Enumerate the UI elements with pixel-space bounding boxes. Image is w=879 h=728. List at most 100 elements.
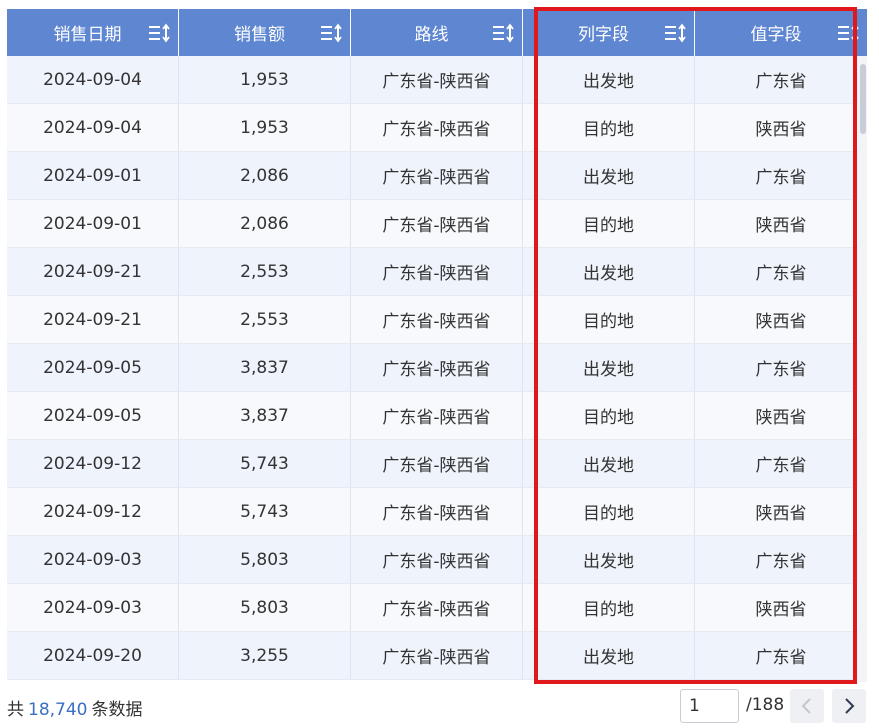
- cell-sales-amount: 2,553: [179, 248, 351, 295]
- cell-value-field: 广东省: [755, 264, 807, 284]
- cell-column-field: 出发地: [523, 56, 695, 103]
- table-row[interactable]: 2024-09-21 2,553 广东省-陕西省 目的地 陕西省: [7, 296, 867, 344]
- page-number-input[interactable]: [680, 689, 739, 723]
- vertical-scrollbar[interactable]: [858, 56, 867, 682]
- cell-route: 广东省-陕西省: [351, 248, 523, 295]
- cell-route: 广东省-陕西省: [351, 104, 523, 151]
- cell-column-field: 目的地: [523, 488, 695, 535]
- prev-page-button[interactable]: [790, 689, 824, 723]
- cell-route: 广东省-陕西省: [351, 200, 523, 247]
- table-row[interactable]: 2024-09-04 1,953 广东省-陕西省 出发地 广东省: [7, 56, 867, 104]
- total-count-text: 共 18,740 条数据: [7, 695, 142, 720]
- cell-value-field: 广东省: [755, 552, 807, 572]
- cell-column-field: 目的地: [523, 584, 695, 631]
- column-header-label: 值字段: [750, 25, 802, 45]
- cell-sales-amount: 5,803: [179, 536, 351, 583]
- scrollbar-thumb[interactable]: [860, 64, 866, 134]
- cell-value-field: 广东省: [755, 456, 807, 476]
- data-table: 销售日期 销售额 路线 列字段 值字段 2024-09-04 1,953 广东省-陕西省 出发…: [7, 9, 867, 682]
- cell-value-field: 广东省: [755, 168, 807, 188]
- column-header-sales-date[interactable]: 销售日期: [7, 9, 179, 56]
- table-row[interactable]: 2024-09-21 2,553 广东省-陕西省 出发地 广东省: [7, 248, 867, 296]
- cell-value-field: 陕西省: [755, 312, 807, 332]
- cell-sales-amount: 2,086: [179, 200, 351, 247]
- cell-route: 广东省-陕西省: [351, 296, 523, 343]
- cell-sales-date: 2024-09-21: [7, 248, 179, 295]
- cell-sales-date: 2024-09-05: [7, 392, 179, 439]
- cell-column-field: 出发地: [523, 440, 695, 487]
- cell-sales-amount: 3,255: [179, 632, 351, 679]
- cell-sales-amount: 2,553: [179, 296, 351, 343]
- cell-route: 广东省-陕西省: [351, 536, 523, 583]
- cell-sales-date: 2024-09-03: [7, 584, 179, 631]
- cell-route: 广东省-陕西省: [351, 632, 523, 679]
- cell-sales-date: 2024-09-12: [7, 440, 179, 487]
- sort-icon[interactable]: [837, 23, 859, 43]
- column-header-route[interactable]: 路线: [351, 9, 523, 56]
- column-header-label: 路线: [414, 25, 449, 45]
- cell-sales-date: 2024-09-04: [7, 56, 179, 103]
- cell-value-field: 陕西省: [755, 408, 807, 428]
- table-row[interactable]: 2024-09-03 5,803 广东省-陕西省 出发地 广东省: [7, 536, 867, 584]
- chevron-left-icon: [801, 698, 811, 714]
- cell-value-field: 广东省: [755, 72, 807, 92]
- table-row[interactable]: 2024-09-12 5,743 广东省-陕西省 目的地 陕西省: [7, 488, 867, 536]
- table-row[interactable]: 2024-09-12 5,743 广东省-陕西省 出发地 广东省: [7, 440, 867, 488]
- cell-sales-amount: 1,953: [179, 104, 351, 151]
- sort-icon[interactable]: [492, 23, 514, 43]
- sort-icon[interactable]: [320, 23, 342, 43]
- cell-sales-date: 2024-09-04: [7, 104, 179, 151]
- column-header-label: 列字段: [578, 25, 629, 45]
- cell-sales-date: 2024-09-01: [7, 200, 179, 247]
- page-total: /188: [746, 695, 785, 715]
- cell-sales-amount: 3,837: [179, 344, 351, 391]
- table-row[interactable]: 2024-09-05 3,837 广东省-陕西省 目的地 陕西省: [7, 392, 867, 440]
- cell-column-field: 出发地: [523, 344, 695, 391]
- cell-route: 广东省-陕西省: [351, 488, 523, 535]
- cell-column-field: 出发地: [523, 248, 695, 295]
- chevron-right-icon: [845, 698, 855, 714]
- column-header-column-field[interactable]: 列字段: [523, 9, 695, 56]
- table-row[interactable]: 2024-09-01 2,086 广东省-陕西省 目的地 陕西省: [7, 200, 867, 248]
- table-row[interactable]: 2024-09-03 5,803 广东省-陕西省 目的地 陕西省: [7, 584, 867, 632]
- cell-sales-date: 2024-09-03: [7, 536, 179, 583]
- cell-sales-amount: 3,837: [179, 392, 351, 439]
- column-header-value-field[interactable]: 值字段: [695, 9, 867, 56]
- column-header-label: 销售日期: [53, 25, 122, 45]
- table-row[interactable]: 2024-09-01 2,086 广东省-陕西省 出发地 广东省: [7, 152, 867, 200]
- cell-value-field: 广东省: [755, 360, 807, 380]
- cell-route: 广东省-陕西省: [351, 56, 523, 103]
- cell-sales-date: 2024-09-21: [7, 296, 179, 343]
- cell-sales-date: 2024-09-20: [7, 632, 179, 679]
- cell-column-field: 目的地: [523, 296, 695, 343]
- next-page-button[interactable]: [832, 689, 866, 723]
- cell-value-field: 陕西省: [755, 120, 807, 140]
- cell-column-field: 目的地: [523, 104, 695, 151]
- cell-sales-amount: 1,953: [179, 56, 351, 103]
- table-row[interactable]: 2024-09-05 3,837 广东省-陕西省 出发地 广东省: [7, 344, 867, 392]
- column-header-label: 销售额: [234, 25, 285, 45]
- cell-sales-amount: 5,803: [179, 584, 351, 631]
- cell-column-field: 出发地: [523, 152, 695, 199]
- total-count: 18,740: [28, 700, 88, 720]
- cell-sales-date: 2024-09-12: [7, 488, 179, 535]
- cell-value-field: 陕西省: [755, 216, 807, 236]
- cell-route: 广东省-陕西省: [351, 440, 523, 487]
- cell-route: 广东省-陕西省: [351, 392, 523, 439]
- sort-icon[interactable]: [148, 23, 170, 43]
- cell-column-field: 出发地: [523, 632, 695, 679]
- sort-icon[interactable]: [664, 23, 686, 43]
- total-suffix: 条数据: [91, 700, 143, 720]
- cell-value-field: 陕西省: [755, 600, 807, 620]
- total-prefix: 共: [7, 700, 24, 720]
- table-row[interactable]: 2024-09-04 1,953 广东省-陕西省 目的地 陕西省: [7, 104, 867, 152]
- table-header: 销售日期 销售额 路线 列字段 值字段: [7, 9, 867, 56]
- cell-column-field: 出发地: [523, 536, 695, 583]
- cell-route: 广东省-陕西省: [351, 344, 523, 391]
- cell-column-field: 目的地: [523, 392, 695, 439]
- cell-value-field: 广东省: [755, 648, 807, 668]
- column-header-sales-amount[interactable]: 销售额: [179, 9, 351, 56]
- table-body: 2024-09-04 1,953 广东省-陕西省 出发地 广东省 2024-09-04 1,…: [7, 56, 867, 680]
- table-row[interactable]: 2024-09-20 3,255 广东省-陕西省 出发地 广东省: [7, 632, 867, 680]
- cell-route: 广东省-陕西省: [351, 584, 523, 631]
